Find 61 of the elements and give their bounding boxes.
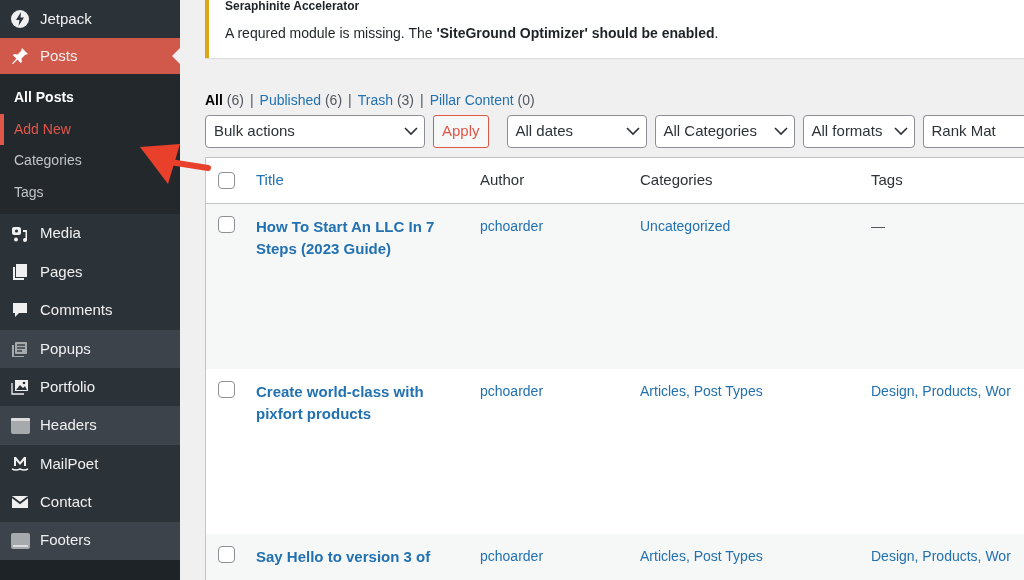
separator: |: [420, 91, 424, 110]
annotation-arrow: [140, 144, 211, 184]
notice-message: A requred module is missing. The 'SiteGround Optimizer' should be enabled.: [225, 24, 720, 43]
sidebar-item[interactable]: Footers: [0, 521, 180, 560]
dropdown[interactable]: All Categories: [654, 115, 795, 148]
dropdown[interactable]: Rank Mat: [922, 115, 1024, 148]
chevron-down-icon: [893, 127, 908, 136]
sidebar-item[interactable]: Posts: [0, 38, 180, 75]
dropdown[interactable]: Bulk actions: [205, 115, 425, 148]
sidebar-item[interactable]: MailPoet: [0, 444, 180, 484]
tag-links[interactable]: Design, Products, Wor: [871, 383, 1011, 399]
column-header: Tags: [871, 170, 904, 191]
post-title-link[interactable]: Create world-class with pixfort products: [256, 381, 480, 425]
select-all-checkbox[interactable]: [218, 172, 235, 189]
chevron-down-icon: [625, 127, 640, 136]
sidebar-item[interactable]: Headers: [0, 406, 180, 445]
sidebar-item[interactable]: Portfolio: [0, 367, 180, 407]
sidebar-item[interactable]: Pages: [0, 252, 180, 292]
notice-title: Seraphinite Accelerator: [225, 0, 361, 13]
submenu-item[interactable]: Add New: [0, 113, 180, 146]
header-icon: [10, 415, 30, 436]
row-checkbox[interactable]: [218, 381, 235, 398]
footer-icon: [10, 530, 30, 551]
author-link[interactable]: pchoarder: [480, 548, 544, 564]
dropdown[interactable]: All formats: [802, 115, 915, 148]
bolt-icon: [10, 9, 30, 30]
category-links[interactable]: Articles, Post Types: [640, 383, 763, 399]
dropdown[interactable]: All dates: [506, 115, 647, 148]
separator: |: [348, 91, 352, 110]
submenu-item[interactable]: Categories: [0, 145, 180, 177]
author-link[interactable]: pchoarder: [480, 218, 544, 234]
author-link[interactable]: pchoarder: [480, 383, 544, 399]
empty-tags-dash: —: [871, 218, 885, 234]
chevron-down-icon: [404, 127, 418, 136]
post-title-link[interactable]: How To Start An LLC In 7 Steps (2023 Guide): [256, 216, 480, 260]
status-filter-link[interactable]: All (6): [205, 90, 244, 111]
pushpin-icon: [10, 46, 30, 67]
column-header: Categories: [640, 170, 714, 191]
row-checkbox[interactable]: [218, 546, 235, 563]
sidebar-item[interactable]: Jetpack: [0, 0, 180, 39]
sidebar-item[interactable]: Contact: [0, 483, 180, 522]
sidebar-item[interactable]: Comments: [0, 291, 180, 330]
category-links[interactable]: Articles, Post Types: [640, 548, 763, 564]
chevron-down-icon: [773, 127, 788, 136]
apply-button[interactable]: Apply: [433, 115, 489, 148]
post-title-link[interactable]: Say Hello to version 3 of: [256, 546, 480, 568]
separator: |: [249, 91, 254, 110]
status-filter-link[interactable]: Pillar Content (0): [429, 90, 535, 111]
row-checkbox[interactable]: [218, 216, 235, 233]
tag-links[interactable]: Design, Products, Wor: [871, 548, 1011, 564]
category-links[interactable]: Uncategorized: [640, 218, 731, 234]
column-header: Author: [480, 170, 526, 191]
sidebar-item[interactable]: Popups: [0, 329, 180, 368]
column-header-link[interactable]: Title: [256, 169, 480, 192]
submenu-item[interactable]: All Posts: [0, 82, 180, 114]
submenu-item[interactable]: Tags: [0, 176, 180, 209]
status-filter-link[interactable]: Trash (3): [357, 90, 414, 111]
gallery-icon: [10, 377, 30, 398]
pages-icon: [10, 261, 30, 282]
sidebar-item[interactable]: Media: [0, 214, 180, 253]
status-filter-link[interactable]: Published (6): [259, 90, 343, 111]
